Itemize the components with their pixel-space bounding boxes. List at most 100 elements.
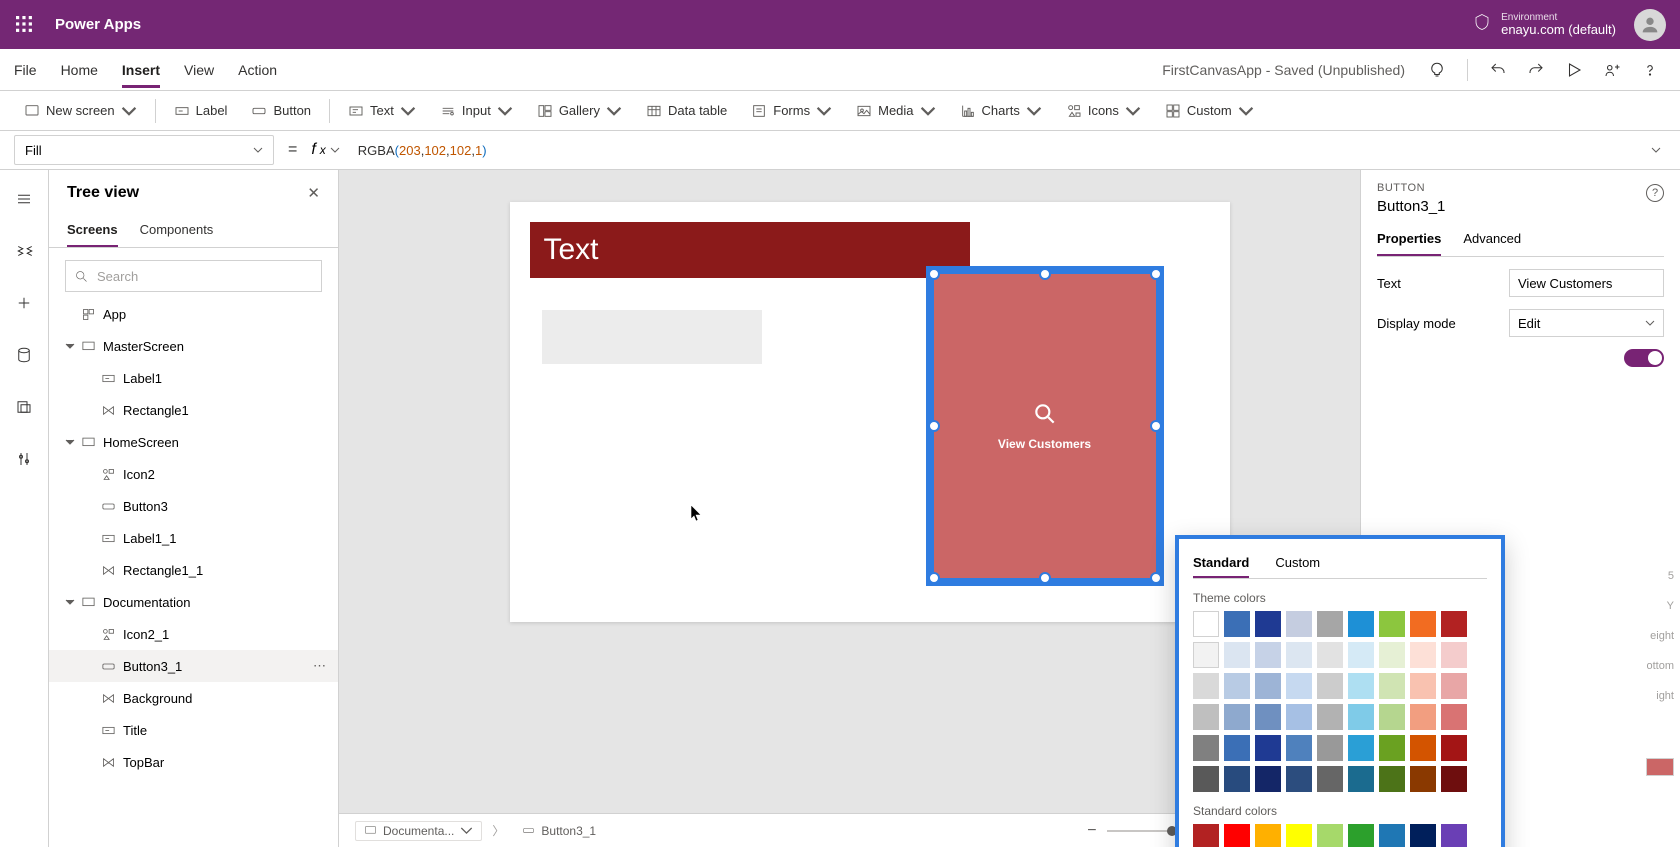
canvas-screen[interactable]: Text View Customers [510,202,1230,622]
color-swatch[interactable] [1379,766,1405,792]
color-swatch[interactable] [1224,704,1250,730]
color-swatch[interactable] [1317,611,1343,637]
tree-node-background[interactable]: Background [49,682,338,714]
color-swatch[interactable] [1193,735,1219,761]
color-swatch[interactable] [1193,704,1219,730]
color-swatch[interactable] [1410,735,1436,761]
app-launcher-icon[interactable] [0,0,49,49]
color-swatch[interactable] [1255,642,1281,668]
color-swatch[interactable] [1441,766,1467,792]
insert-label-button[interactable]: Label [164,97,238,125]
insert-custom-dropdown[interactable]: Custom [1155,97,1264,125]
color-swatch[interactable] [1224,766,1250,792]
color-swatch[interactable] [1348,766,1374,792]
new-screen-button[interactable]: New screen [14,97,147,125]
color-swatch[interactable] [1379,642,1405,668]
color-swatch[interactable] [1348,611,1374,637]
color-swatch[interactable] [1255,735,1281,761]
color-swatch[interactable] [1286,766,1312,792]
color-swatch[interactable] [1348,704,1374,730]
insert-datatable-button[interactable]: Data table [636,97,737,125]
formula-expand-icon[interactable] [1646,145,1666,155]
colorpicker-tab-custom[interactable]: Custom [1275,549,1320,578]
tree-node-homescreen[interactable]: HomeScreen [49,426,338,458]
tree-search-input[interactable]: Search [65,260,322,292]
help-icon[interactable] [1634,54,1666,86]
breadcrumb-control[interactable]: Button3_1 [514,822,604,840]
tree-node-button3-1[interactable]: Button3_1⋯ [49,650,338,682]
canvas-selected-button[interactable]: View Customers [926,266,1164,586]
tree-node-app[interactable]: App [49,298,338,330]
resize-handle[interactable] [1150,268,1162,280]
color-swatch[interactable] [1379,704,1405,730]
redo-icon[interactable] [1520,54,1552,86]
canvas-text-label[interactable]: Text [530,222,970,278]
color-swatch[interactable] [1441,642,1467,668]
share-icon[interactable] [1596,54,1628,86]
tree-node-rectangle1-1[interactable]: Rectangle1_1 [49,554,338,586]
color-swatch[interactable] [1286,735,1312,761]
color-swatch[interactable] [1255,704,1281,730]
tree-node-masterscreen[interactable]: MasterScreen [49,330,338,362]
color-swatch[interactable] [1193,766,1219,792]
insert-icons-dropdown[interactable]: Icons [1056,97,1151,125]
panel-help-icon[interactable]: ? [1646,184,1664,202]
color-swatch[interactable] [1348,673,1374,699]
formula-input[interactable]: RGBA(203, 102, 102, 1) [350,135,1636,165]
color-swatch[interactable] [1379,735,1405,761]
color-swatch[interactable] [1441,611,1467,637]
menu-insert[interactable]: Insert [122,52,160,88]
color-swatch[interactable] [1193,824,1219,847]
rail-media-icon[interactable] [5,388,43,426]
color-swatch[interactable] [1410,704,1436,730]
color-swatch[interactable] [1379,673,1405,699]
color-swatch[interactable] [1286,673,1312,699]
resize-handle[interactable] [1039,572,1051,584]
tree-node-icon2[interactable]: Icon2 [49,458,338,490]
tree-node-icon2-1[interactable]: Icon2_1 [49,618,338,650]
menu-file[interactable]: File [14,52,37,88]
color-swatch[interactable] [1410,611,1436,637]
color-swatch[interactable] [1410,824,1436,847]
color-swatch[interactable] [1224,611,1250,637]
tree-node-label1-1[interactable]: Label1_1 [49,522,338,554]
color-swatch[interactable] [1286,642,1312,668]
color-swatch[interactable] [1193,611,1219,637]
menu-action[interactable]: Action [238,52,277,88]
color-swatch[interactable] [1317,766,1343,792]
color-swatch[interactable] [1379,824,1405,847]
color-swatch[interactable] [1317,673,1343,699]
color-swatch[interactable] [1224,824,1250,847]
color-swatch[interactable] [1348,824,1374,847]
props-tab-advanced[interactable]: Advanced [1463,223,1521,256]
color-swatch[interactable] [1224,642,1250,668]
fx-button[interactable]: fx [311,141,339,159]
rail-data-icon[interactable] [5,336,43,374]
insert-charts-dropdown[interactable]: Charts [950,97,1052,125]
color-swatch[interactable] [1441,735,1467,761]
resize-handle[interactable] [1150,420,1162,432]
color-swatch[interactable] [1410,673,1436,699]
color-swatch[interactable] [1255,673,1281,699]
tree-node-documentation[interactable]: Documentation [49,586,338,618]
color-swatch[interactable] [1286,704,1312,730]
tree-node-label1[interactable]: Label1 [49,362,338,394]
menu-home[interactable]: Home [61,52,98,88]
insert-text-dropdown[interactable]: Text [338,97,426,125]
user-avatar[interactable] [1634,9,1666,41]
resize-handle[interactable] [928,268,940,280]
color-swatch[interactable] [1379,611,1405,637]
rail-insert-icon[interactable] [5,284,43,322]
color-swatch[interactable] [1317,704,1343,730]
color-swatch[interactable] [1193,673,1219,699]
canvas-grey-rectangle[interactable] [542,310,762,364]
tree-node-title[interactable]: Title [49,714,338,746]
color-swatch[interactable] [1286,824,1312,847]
insert-forms-dropdown[interactable]: Forms [741,97,842,125]
tree-node-button3[interactable]: Button3 [49,490,338,522]
color-swatch[interactable] [1224,673,1250,699]
app-checker-icon[interactable] [1421,54,1453,86]
resize-handle[interactable] [928,572,940,584]
environment-picker[interactable]: Environment enayu.com (default) [1473,12,1616,37]
zoom-out-icon[interactable]: − [1087,822,1096,840]
